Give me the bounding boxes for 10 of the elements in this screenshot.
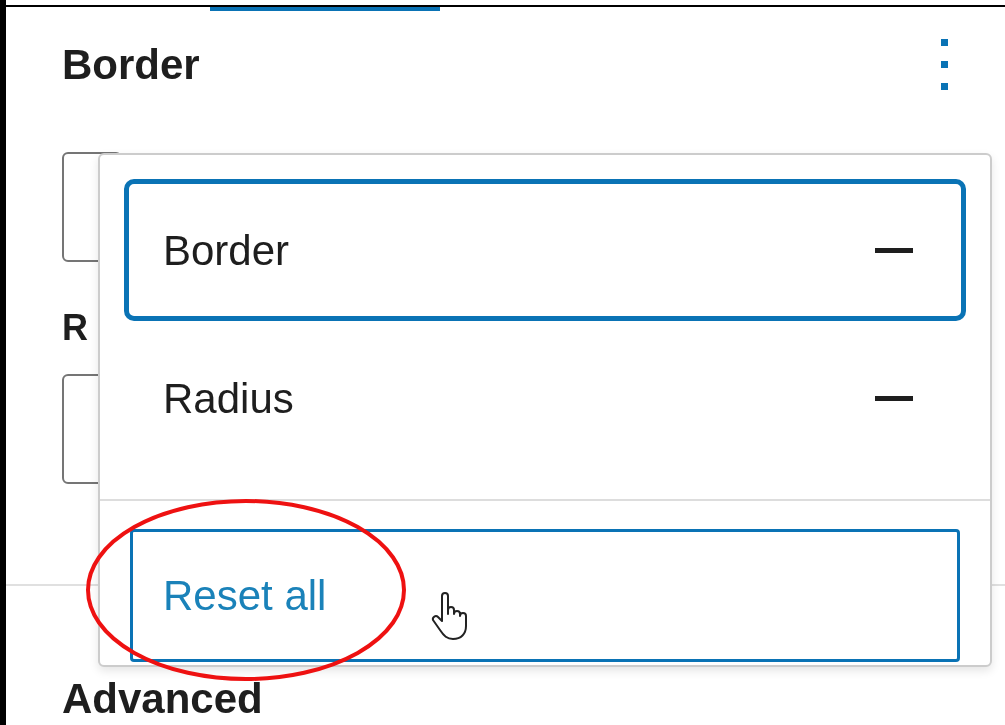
vertical-ellipsis-icon (941, 39, 949, 91)
hand-cursor-icon (430, 592, 470, 642)
minus-icon (875, 395, 913, 401)
reset-all-button[interactable]: Reset all (130, 529, 960, 662)
field-label: R (62, 310, 89, 346)
menu-item[interactable]: Border (124, 179, 966, 321)
section-title: Advanced (62, 675, 263, 722)
minus-icon (875, 247, 913, 253)
section-title: Border (62, 44, 200, 86)
menu-item[interactable]: Radius (124, 327, 966, 469)
